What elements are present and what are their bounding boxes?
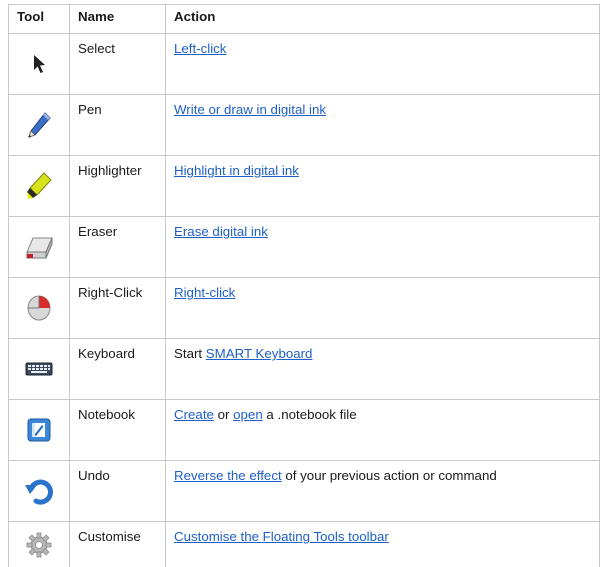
tool-cell (9, 461, 70, 522)
tool-name: Right-Click (70, 278, 166, 339)
tool-cell (9, 522, 70, 567)
header-action: Action (166, 5, 600, 34)
action-link[interactable]: Customise the Floating Tools toolbar (174, 529, 389, 544)
tool-cell (9, 339, 70, 400)
action-text: or (214, 407, 233, 422)
action-link[interactable]: Create (174, 407, 214, 422)
keyboard-icon (9, 361, 69, 377)
tool-cell (9, 156, 70, 217)
table-row: Right-Click Right-click (9, 278, 600, 339)
action-link[interactable]: SMART Keyboard (206, 346, 313, 361)
notebook-icon (9, 417, 69, 443)
tool-action: Create or open a .notebook file (166, 400, 600, 461)
tool-cell (9, 34, 70, 95)
tool-cell (9, 95, 70, 156)
table-row: Keyboard Start SMART Keyboard (9, 339, 600, 400)
action-link[interactable]: Left-click (174, 41, 226, 56)
tool-name: Select (70, 34, 166, 95)
table-row: Notebook Create or open a .notebook file (9, 400, 600, 461)
table-row: Pen Write or draw in digital ink (9, 95, 600, 156)
tools-table: Tool Name Action Select Left-click (8, 4, 600, 567)
highlighter-icon (9, 170, 69, 202)
mouse-right-click-icon (9, 293, 69, 323)
table-row: Undo Reverse the effect of your previous… (9, 461, 600, 522)
tool-action: Left-click (166, 34, 600, 95)
action-link[interactable]: open (233, 407, 263, 422)
tool-action: Start SMART Keyboard (166, 339, 600, 400)
cursor-arrow-icon (9, 52, 69, 76)
action-text: of your previous action or command (282, 468, 497, 483)
tool-name: Eraser (70, 217, 166, 278)
header-name: Name (70, 5, 166, 34)
action-link[interactable]: Write or draw in digital ink (174, 102, 326, 117)
tool-name: Keyboard (70, 339, 166, 400)
header-row: Tool Name Action (9, 5, 600, 34)
action-text: Start (174, 346, 206, 361)
tool-cell (9, 278, 70, 339)
tool-action: Highlight in digital ink (166, 156, 600, 217)
gear-icon (9, 531, 69, 559)
tool-cell (9, 217, 70, 278)
tool-name: Notebook (70, 400, 166, 461)
tool-name: Undo (70, 461, 166, 522)
undo-icon (9, 477, 69, 505)
tool-name: Customise (70, 522, 166, 567)
tool-cell (9, 400, 70, 461)
action-link[interactable]: Reverse the effect (174, 468, 282, 483)
table-row: Eraser Erase digital ink (9, 217, 600, 278)
tool-action: Right-click (166, 278, 600, 339)
tool-action: Customise the Floating Tools toolbar (166, 522, 600, 567)
table-row: Customise Customise the Floating Tools t… (9, 522, 600, 567)
table-row: Highlighter Highlight in digital ink (9, 156, 600, 217)
table-row: Select Left-click (9, 34, 600, 95)
pen-icon (9, 109, 69, 141)
tool-name: Highlighter (70, 156, 166, 217)
header-tool: Tool (9, 5, 70, 34)
tool-action: Erase digital ink (166, 217, 600, 278)
tool-action: Write or draw in digital ink (166, 95, 600, 156)
action-link[interactable]: Highlight in digital ink (174, 163, 299, 178)
action-link[interactable]: Erase digital ink (174, 224, 268, 239)
eraser-icon (9, 232, 69, 262)
tool-name: Pen (70, 95, 166, 156)
tool-action: Reverse the effect of your previous acti… (166, 461, 600, 522)
action-link[interactable]: Right-click (174, 285, 235, 300)
action-text: a .notebook file (263, 407, 357, 422)
